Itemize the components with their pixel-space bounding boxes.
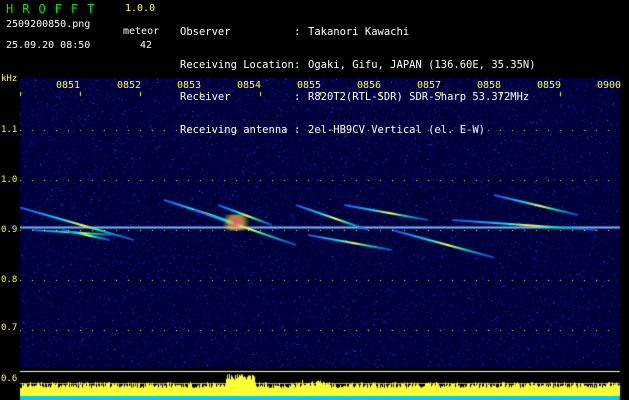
x-tick-label: 0859 — [537, 80, 562, 91]
info-row-receiver: Receiver: R820T2(RTL-SDR) SDR-Sharp 53.37… — [180, 92, 536, 104]
app-version: 1.0.0 — [125, 3, 156, 14]
y-tick-label: 0.8 — [1, 275, 18, 285]
info-key: Observer — [180, 26, 231, 38]
x-tick-label: 0853 — [177, 80, 202, 91]
x-tick-label: 0900 — [597, 80, 622, 91]
x-tick-label: 0851 — [56, 80, 81, 91]
y-tick-label: 1.1 — [1, 125, 18, 135]
info-value: Ogaki, Gifu, JAPAN (136.60E, 35.35N) — [308, 58, 536, 71]
file-name: 2509200850.png — [6, 19, 91, 30]
info-sep: : — [294, 91, 301, 103]
station-info: Observer: Takanori Kawachi Receiving Loca… — [180, 6, 536, 147]
meteor-label: meteor — [123, 26, 160, 37]
info-sep: : — [294, 123, 301, 136]
x-tick-label: 0858 — [477, 80, 502, 91]
y-tick-label: 0.7 — [1, 323, 18, 333]
info-key: Receiving Location — [180, 58, 294, 71]
x-tick-label: 0854 — [237, 80, 262, 91]
x-tick-label: 0855 — [297, 80, 322, 91]
info-value: Takanori Kawachi — [308, 26, 410, 38]
date-time: 25.09.20 08:50 — [6, 40, 91, 51]
y-tick-label: 0.6 — [1, 374, 18, 384]
meteor-count: 42 — [140, 40, 153, 51]
x-tick-label: 0852 — [117, 80, 142, 91]
y-tick-label: 0.9 — [1, 225, 18, 235]
x-tick-label: 0856 — [357, 80, 382, 91]
info-key: Receiver — [180, 91, 231, 103]
info-row-location: Receiving Location: Ogaki, Gifu, JAPAN (1… — [180, 58, 536, 72]
info-value: 2el-HB9CV Vertical (el. E-W) — [308, 123, 486, 136]
app-title: HROFFT — [6, 2, 104, 16]
y-axis-unit: kHz — [1, 74, 18, 84]
x-tick-label: 0857 — [417, 80, 442, 91]
y-tick-label: 1.0 — [1, 175, 18, 185]
info-value: R820T2(RTL-SDR) SDR-Sharp 53.372MHz — [308, 91, 530, 103]
info-sep: : — [294, 58, 301, 71]
info-key: Receiving antenna — [180, 123, 288, 136]
info-row-antenna: Receiving antenna:2el-HB9CV Vertical (el… — [180, 123, 536, 137]
info-sep: : — [294, 26, 301, 38]
info-row-observer: Observer: Takanori Kawachi — [180, 27, 536, 39]
